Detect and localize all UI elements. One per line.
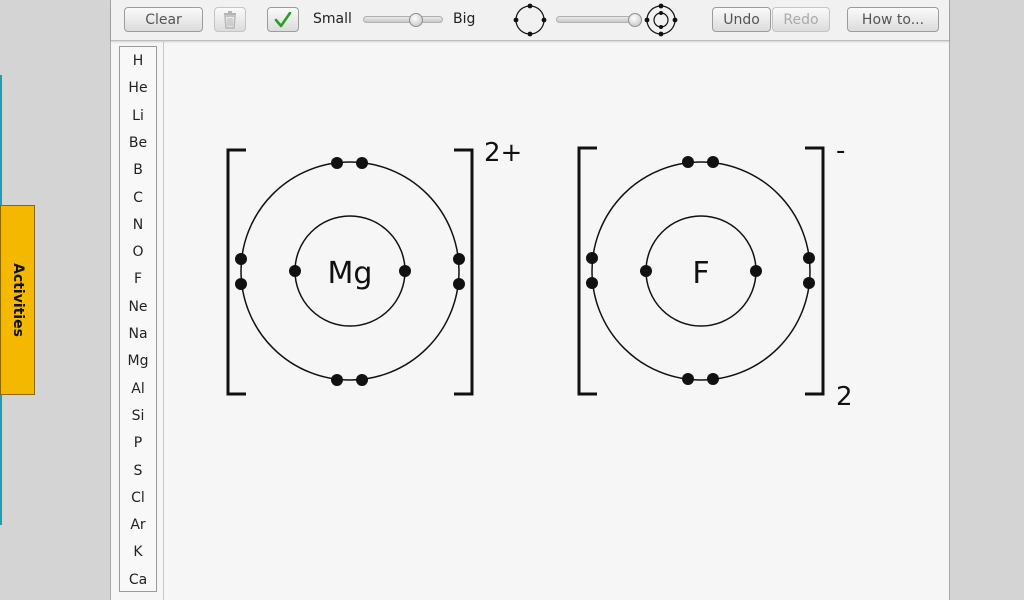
element-item-li[interactable]: Li	[120, 105, 156, 127]
atom-symbol: Mg	[328, 256, 373, 291]
element-item-ca[interactable]: Ca	[120, 569, 156, 591]
element-item-s[interactable]: S	[120, 460, 156, 482]
element-item-mg[interactable]: Mg	[120, 350, 156, 372]
ion-subscript: 2	[836, 382, 853, 412]
clear-button[interactable]: Clear	[124, 7, 203, 32]
check-button[interactable]	[267, 7, 299, 32]
element-item-p[interactable]: P	[120, 432, 156, 454]
element-item-c[interactable]: C	[120, 187, 156, 209]
element-item-f[interactable]: F	[120, 268, 156, 290]
checkmark-icon	[274, 11, 292, 27]
f-ion[interactable]: F - 2	[577, 136, 853, 412]
element-item-he[interactable]: He	[120, 77, 156, 99]
trash-icon	[224, 10, 236, 29]
element-item-be[interactable]: Be	[120, 132, 156, 154]
element-item-o[interactable]: O	[120, 241, 156, 263]
size-big-label: Big	[453, 11, 476, 27]
ion-charge: 2+	[484, 138, 522, 168]
activities-label: Activities	[9, 263, 26, 337]
size-small-label: Small	[313, 11, 352, 27]
redo-button[interactable]: Redo	[772, 7, 830, 32]
size-slider-thumb[interactable]	[409, 13, 423, 27]
right-bracket	[805, 146, 825, 396]
ion-charge: -	[836, 136, 845, 166]
activities-tab[interactable]: Activities	[0, 205, 35, 395]
element-item-cl[interactable]: Cl	[120, 487, 156, 509]
undo-button[interactable]: Undo	[712, 7, 771, 32]
element-item-b[interactable]: B	[120, 159, 156, 181]
mg-ion[interactable]: Mg 2+	[226, 138, 522, 396]
drawing-canvas[interactable]: Mg 2+ F - 2	[164, 40, 949, 600]
element-item-ne[interactable]: Ne	[120, 296, 156, 318]
lewis-structure-app: Clear Small Big Undo Redo How to... H He…	[110, 0, 950, 600]
electron-display-slider[interactable]	[556, 13, 642, 27]
double-shell-icon	[644, 3, 678, 37]
delete-button[interactable]	[214, 7, 246, 32]
element-item-si[interactable]: Si	[120, 405, 156, 427]
element-item-al[interactable]: Al	[120, 378, 156, 400]
element-item-ar[interactable]: Ar	[120, 514, 156, 536]
element-item-n[interactable]: N	[120, 214, 156, 236]
size-slider[interactable]	[363, 13, 443, 27]
right-bracket	[454, 148, 474, 396]
element-item-na[interactable]: Na	[120, 323, 156, 345]
element-item-h[interactable]: H	[120, 50, 156, 72]
electron-slider-thumb[interactable]	[628, 13, 642, 27]
atom-symbol: F	[692, 256, 709, 291]
element-item-k[interactable]: K	[120, 541, 156, 563]
left-bracket	[577, 146, 597, 396]
toolbar: Clear Small Big Undo Redo How to...	[111, 0, 949, 41]
howto-button[interactable]: How to...	[847, 7, 939, 32]
left-bracket	[226, 148, 246, 396]
single-shell-icon	[513, 3, 547, 37]
element-list: H He Li Be B C N O F Ne Na Mg Al Si P S Cl Ar K Ca	[119, 46, 157, 592]
